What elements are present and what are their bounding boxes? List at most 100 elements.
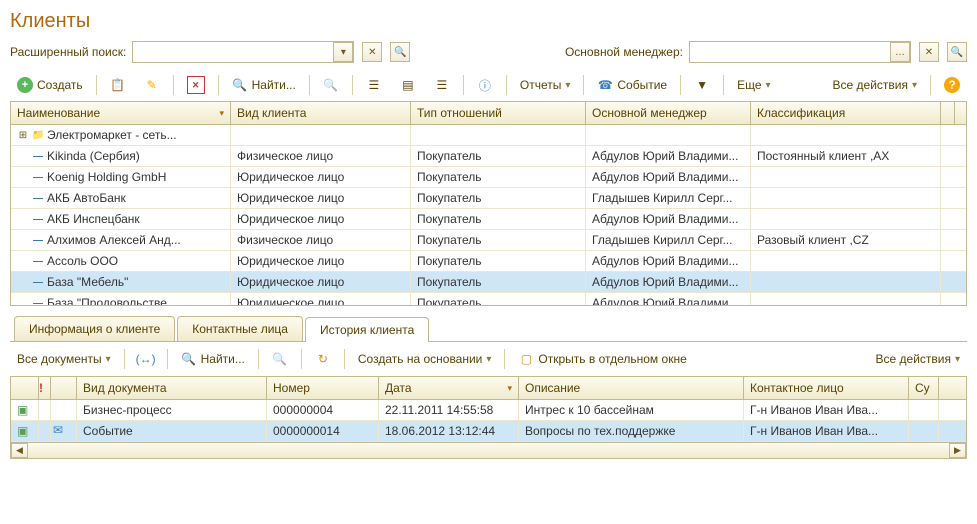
- client-class: [751, 188, 941, 208]
- manager-filter-combo[interactable]: …: [689, 41, 911, 63]
- find2-button[interactable]: 🔍Найти...: [174, 348, 252, 370]
- refresh-icon: ↻: [315, 351, 331, 367]
- copy-button[interactable]: 📋: [103, 74, 133, 96]
- ext-search-input[interactable]: [133, 45, 331, 59]
- client-class: [751, 125, 941, 145]
- col-scroll: [941, 102, 955, 124]
- doc-status-icon: ▣: [11, 400, 39, 420]
- all-docs-button[interactable]: Все документы: [10, 349, 118, 369]
- clear-find2-button[interactable]: 🔍: [265, 348, 295, 370]
- tab-info[interactable]: Информация о клиенте: [14, 316, 175, 341]
- col-desc[interactable]: Описание: [519, 377, 744, 399]
- edit-button[interactable]: ✎: [137, 74, 167, 96]
- expand-icon[interactable]: ⊞: [17, 130, 29, 141]
- table-row[interactable]: —База "Продовольстве...Юридическое лицоП…: [11, 293, 966, 305]
- doc-date: 22.11.2011 14:55:58: [379, 400, 519, 420]
- tab-history[interactable]: История клиента: [305, 317, 429, 342]
- info-button[interactable]: ⓘ: [470, 74, 500, 96]
- delete-button[interactable]: ✕: [180, 73, 212, 97]
- clients-grid-body[interactable]: ⊞📁Электромаркет - сеть... —Kikinda (Серб…: [11, 125, 966, 305]
- col-classification[interactable]: Классификация: [751, 102, 941, 124]
- dropdown-icon[interactable]: ▾: [333, 42, 353, 62]
- col-manager[interactable]: Основной менеджер: [586, 102, 751, 124]
- all-actions-button[interactable]: Все действия: [826, 75, 925, 95]
- clear-manager-icon[interactable]: ✕: [919, 42, 939, 62]
- search-icon[interactable]: 🔍: [390, 42, 410, 62]
- table-row[interactable]: ⊞📁Электромаркет - сеть...: [11, 125, 966, 146]
- create-button[interactable]: +Создать: [10, 74, 90, 96]
- list-mode-button[interactable]: ☰: [359, 74, 389, 96]
- copy-icon: 📋: [110, 77, 126, 93]
- clear-find-button[interactable]: 🔍: [316, 74, 346, 96]
- client-kind: Юридическое лицо: [231, 272, 411, 292]
- table-row[interactable]: —Koenig Holding GmbHЮридическое лицоПоку…: [11, 167, 966, 188]
- page-title: Клиенты: [10, 10, 967, 33]
- more-button[interactable]: Еще: [730, 75, 777, 95]
- table-row[interactable]: ▣✉Событие000000001418.06.2012 13:12:44Во…: [11, 421, 966, 442]
- client-relation: Покупатель: [411, 167, 586, 187]
- col-doc-icon[interactable]: [11, 377, 39, 399]
- doc-type: Бизнес-процесс: [77, 400, 267, 420]
- client-manager: Абдулов Юрий Владими...: [586, 251, 751, 271]
- open-window-button[interactable]: ▢Открыть в отдельном окне: [511, 348, 693, 370]
- table-row[interactable]: —База "Мебель"Юридическое лицоПокупатель…: [11, 272, 966, 293]
- table-row[interactable]: —Kikinda (Сербия)Физическое лицоПокупате…: [11, 146, 966, 167]
- pencil-icon: ✎: [144, 77, 160, 93]
- doc-desc: Интрес к 10 бассейнам: [519, 400, 744, 420]
- refresh-button[interactable]: ↻: [308, 348, 338, 370]
- tree-indent: [17, 277, 29, 288]
- doc-type: Событие: [77, 421, 267, 441]
- plus-icon: +: [17, 77, 33, 93]
- reports-button[interactable]: Отчеты: [513, 75, 578, 95]
- manager-filter-input[interactable]: [690, 45, 888, 59]
- ext-search-combo[interactable]: ▾: [132, 41, 354, 63]
- filter-button[interactable]: ▼: [687, 74, 717, 96]
- doc-flag: [39, 400, 51, 420]
- client-kind: Физическое лицо: [231, 146, 411, 166]
- col-relation[interactable]: Тип отношений: [411, 102, 586, 124]
- magnifier-icon: 🔍: [181, 351, 197, 367]
- tree-indent: [17, 151, 29, 162]
- clear-search-icon[interactable]: ✕: [362, 42, 382, 62]
- table-row[interactable]: —АКБ ИнспецбанкЮридическое лицоПокупател…: [11, 209, 966, 230]
- doc-type-icon: [51, 400, 77, 420]
- client-name: База "Продовольстве...: [47, 296, 177, 305]
- item-icon: —: [32, 151, 44, 162]
- col-name[interactable]: Наименование: [11, 102, 231, 124]
- table-row[interactable]: —АКБ АвтоБанкЮридическое лицоПокупательГ…: [11, 188, 966, 209]
- col-contact[interactable]: Контактное лицо: [744, 377, 909, 399]
- tree-indent: [17, 256, 29, 267]
- client-manager: Абдулов Юрий Владими...: [586, 209, 751, 229]
- col-su[interactable]: Су: [909, 377, 939, 399]
- find-button[interactable]: 🔍Найти...: [225, 74, 303, 96]
- all-actions2-button[interactable]: Все действия: [869, 349, 968, 369]
- search-manager-icon[interactable]: 🔍: [947, 42, 967, 62]
- horizontal-scrollbar[interactable]: [10, 443, 967, 459]
- col-doctype[interactable]: Вид документа: [77, 377, 267, 399]
- help-button[interactable]: ?: [937, 74, 967, 96]
- tab-contacts[interactable]: Контактные лица: [177, 316, 303, 341]
- client-class: [751, 272, 941, 292]
- history-grid-body[interactable]: ▣Бизнес-процесс00000000422.11.2011 14:55…: [11, 400, 966, 442]
- client-name: База "Мебель": [47, 275, 128, 289]
- item-icon: —: [32, 193, 44, 204]
- detail-mode-button[interactable]: ▤: [393, 74, 423, 96]
- col-kind[interactable]: Вид клиента: [231, 102, 411, 124]
- table-row[interactable]: ▣Бизнес-процесс00000000422.11.2011 14:55…: [11, 400, 966, 421]
- col-number[interactable]: Номер: [267, 377, 379, 399]
- tree-mode-button[interactable]: ☰: [427, 74, 457, 96]
- col-type-icon[interactable]: [51, 377, 77, 399]
- tree-icon: ☰: [434, 77, 450, 93]
- col-flag[interactable]: !: [39, 377, 51, 399]
- event-button[interactable]: ☎Событие: [590, 74, 674, 96]
- client-name: Алхимов Алексей Анд...: [47, 233, 181, 247]
- table-row[interactable]: —Алхимов Алексей Анд...Физическое лицоПо…: [11, 230, 966, 251]
- create-based-button[interactable]: Создать на основании: [351, 349, 499, 369]
- lookup-icon[interactable]: …: [890, 42, 910, 62]
- client-name: Ассоль ООО: [47, 254, 118, 268]
- table-row[interactable]: —Ассоль ОООЮридическое лицоПокупательАбд…: [11, 251, 966, 272]
- col-date[interactable]: Дата: [379, 377, 519, 399]
- expand-button[interactable]: (↔): [131, 348, 161, 370]
- history-toolbar: Все документы (↔) 🔍Найти... 🔍 ↻ Создать …: [10, 342, 967, 376]
- clear-find-icon: 🔍: [272, 351, 288, 367]
